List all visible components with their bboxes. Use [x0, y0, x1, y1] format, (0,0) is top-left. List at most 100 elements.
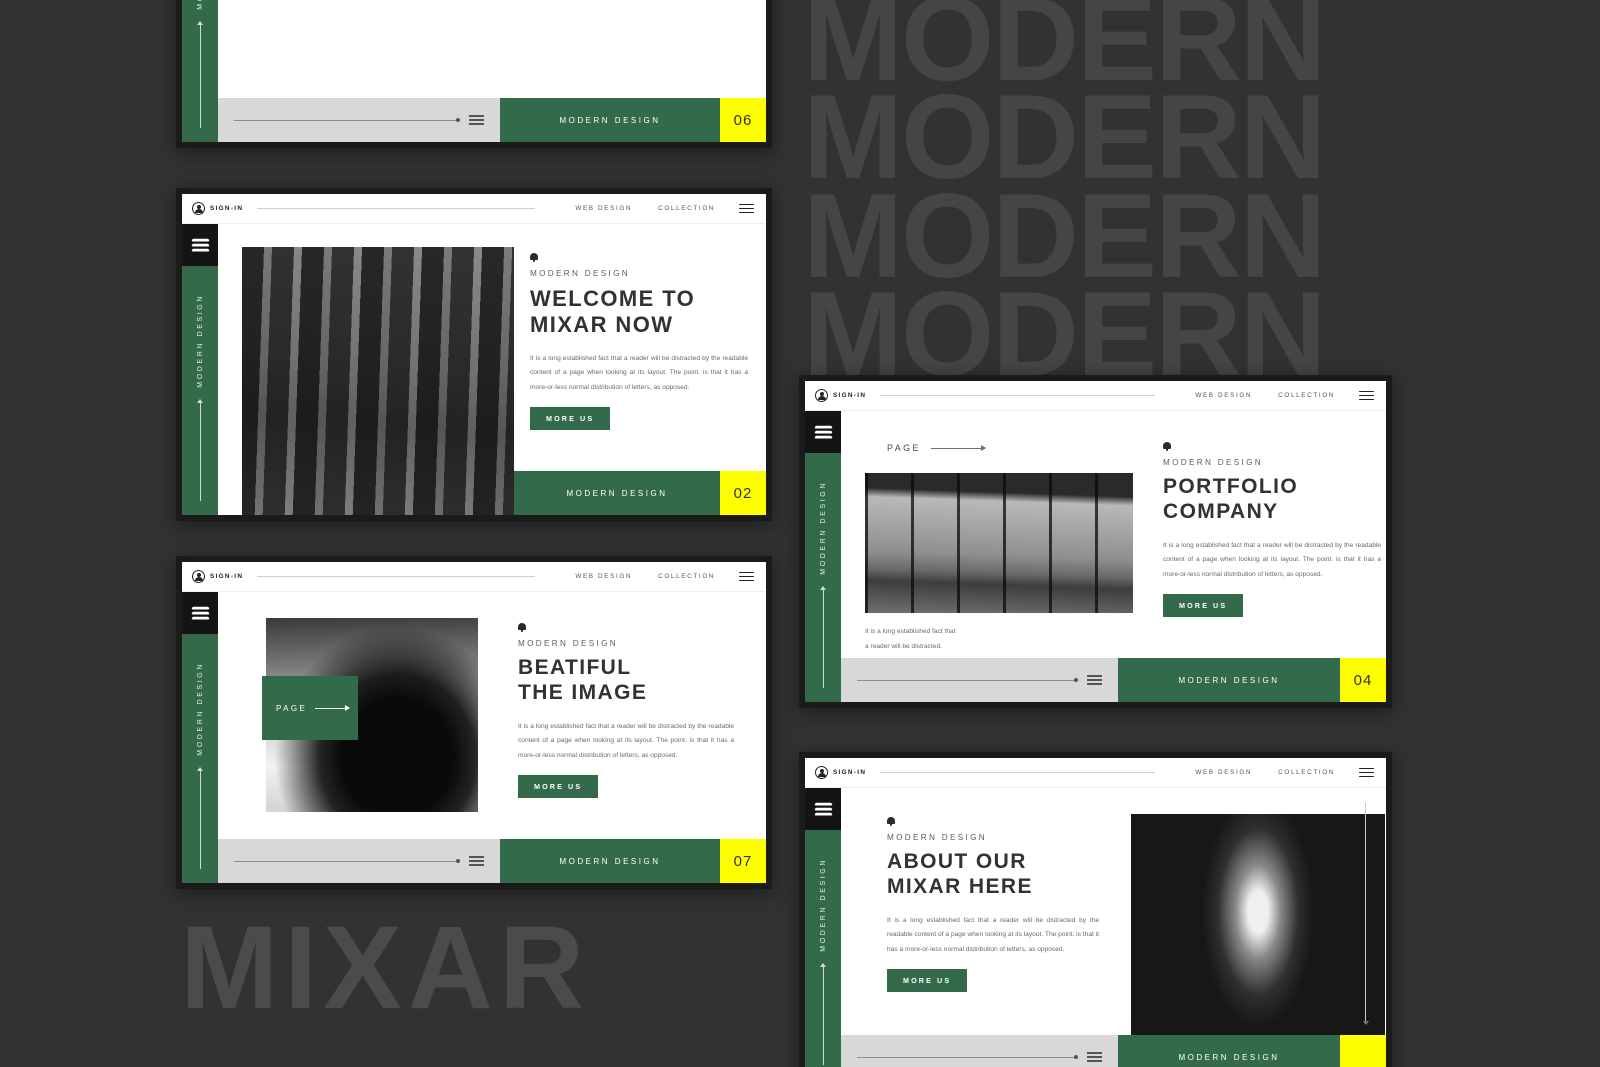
slide-04-footer-menu-icon[interactable]	[1087, 672, 1102, 687]
slide-07-nav-web-design[interactable]: WEB DESIGN	[575, 573, 632, 580]
slide-07-page-badge[interactable]: PAGE	[262, 676, 358, 740]
slide-02-page-number: 02	[720, 471, 766, 515]
slide-02-headline-line2: MIXAR NOW	[530, 311, 674, 337]
slide-about-scroll-indicator[interactable]	[1362, 802, 1369, 1025]
slide-about-rail-label: MODERN DESIGN	[819, 858, 827, 952]
user-avatar-icon	[815, 389, 828, 402]
slide-07[interactable]: SIGN-IN WEB DESIGN COLLECTION MODERN DES…	[176, 556, 772, 889]
slide-07-canvas: SIGN-IN WEB DESIGN COLLECTION MODERN DES…	[182, 562, 766, 883]
slide-04-footer-progress[interactable]	[841, 658, 1118, 702]
hamburger-icon[interactable]	[739, 201, 754, 216]
hamburger-icon[interactable]	[739, 569, 754, 584]
slide-about-rail-arrow-icon	[820, 962, 826, 1065]
slide-04-nav-web-design[interactable]: WEB DESIGN	[1195, 392, 1252, 399]
slide-about-eyebrow: MODERN DESIGN	[887, 833, 987, 842]
slide-04-page-label: PAGE	[887, 443, 921, 453]
slide-07-footer-progress[interactable]	[218, 839, 500, 883]
slide-about-nav-web-design[interactable]: WEB DESIGN	[1195, 769, 1252, 776]
slide-07-eyebrow: MODERN DESIGN	[518, 639, 618, 648]
layers-icon	[190, 238, 210, 253]
slide-04-left-rail: MODERN DESIGN	[805, 411, 841, 702]
slide-07-rail-logo[interactable]	[182, 592, 218, 634]
slide-02-rail-logo[interactable]	[182, 224, 218, 266]
slide-07-left-rail: MODERN DESIGN	[182, 592, 218, 883]
slide-about-footer-label: MODERN DESIGN	[1118, 1035, 1340, 1067]
layers-icon	[813, 425, 833, 440]
slide-02-left-rail: MODERN DESIGN	[182, 224, 218, 515]
slide-07-content: MODERN DESIGN BEATIFUL THE IMAGE It is a…	[518, 622, 746, 799]
slide-07-footer: MODERN DESIGN 07	[218, 839, 766, 883]
slide-02-body: It is a long established fact that a rea…	[530, 354, 748, 391]
slide-about-signin-label: SIGN-IN	[833, 769, 867, 776]
hamburger-icon[interactable]	[1359, 765, 1374, 780]
slide-02-canvas: SIGN-IN WEB DESIGN COLLECTION MODERN DES…	[182, 194, 766, 515]
slide-02-nav-collection[interactable]: COLLECTION	[658, 205, 715, 212]
slide-04-caption-line1: It is a long established fact that	[865, 628, 956, 635]
slide-04-progress-line	[857, 678, 1078, 682]
slide-02-more-button[interactable]: MORE US	[530, 407, 611, 431]
slide-07-rail-label: MODERN DESIGN	[196, 662, 204, 756]
slide-02[interactable]: SIGN-IN WEB DESIGN COLLECTION MODERN DES…	[176, 188, 772, 521]
slide-about-body: It is a long established fact that a rea…	[887, 916, 1099, 953]
slide-02-photo	[242, 247, 514, 515]
slide-06-page-number: 06	[720, 98, 766, 142]
slide-02-footer: MODERN DESIGN 02	[514, 471, 766, 515]
user-avatar-icon	[192, 570, 205, 583]
layers-icon	[190, 606, 210, 621]
bell-icon	[1163, 441, 1171, 451]
slide-07-rail-arrow-icon	[197, 766, 203, 869]
bell-icon	[887, 816, 895, 826]
slide-about-footer: MODERN DESIGN	[841, 1035, 1386, 1067]
slide-about-rail-logo[interactable]	[805, 788, 841, 830]
slide-07-more-button[interactable]: MORE US	[518, 775, 599, 799]
slide-about-content: MODERN DESIGN ABOUT OUR MIXAR HERE It is…	[887, 816, 1113, 993]
slide-about-nav-collection[interactable]: COLLECTION	[1278, 769, 1335, 776]
slide-04-nav-rule	[880, 395, 1156, 396]
slide-04-headline-line1: PORTFOLIO	[1163, 475, 1299, 498]
slide-07-signin-label: SIGN-IN	[210, 573, 244, 580]
slide-about-headline-line1: ABOUT OUR	[887, 850, 1027, 873]
slide-04-page-link[interactable]: PAGE	[887, 443, 986, 453]
slide-02-signin-label: SIGN-IN	[210, 205, 244, 212]
slide-about-more-button[interactable]: MORE US	[887, 969, 968, 993]
slide-06-rail-arrow-icon	[197, 20, 203, 128]
slide-about[interactable]: SIGN-IN WEB DESIGN COLLECTION MODERN DES…	[799, 752, 1392, 1067]
hamburger-icon[interactable]	[1359, 388, 1374, 403]
slide-04-rail-label: MODERN DESIGN	[819, 481, 827, 575]
bell-icon	[530, 252, 538, 262]
slide-02-eyebrow: MODERN DESIGN	[530, 269, 630, 278]
slide-07-page-badge-label: PAGE	[276, 703, 308, 713]
slide-about-footer-menu-icon[interactable]	[1087, 1049, 1102, 1064]
slide-04-headline-line2: COMPANY	[1163, 499, 1279, 523]
slide-07-nav-collection[interactable]: COLLECTION	[658, 573, 715, 580]
slide-04-topnav: SIGN-IN WEB DESIGN COLLECTION	[805, 381, 1386, 411]
slide-02-content: MODERN DESIGN WELCOME TO MIXAR NOW It is…	[530, 252, 748, 431]
slide-04-footer-label: MODERN DESIGN	[1118, 658, 1340, 702]
slide-04-rail-green: MODERN DESIGN	[805, 453, 841, 702]
slide-04-canvas: SIGN-IN WEB DESIGN COLLECTION MODERN DES…	[805, 381, 1386, 702]
arrow-right-icon	[930, 445, 986, 451]
slide-about-signin[interactable]: SIGN-IN	[815, 766, 866, 779]
slide-04-rail-arrow-icon	[820, 585, 826, 688]
slide-04-nav-collection[interactable]: COLLECTION	[1278, 392, 1335, 399]
slide-04[interactable]: SIGN-IN WEB DESIGN COLLECTION MODERN DES…	[799, 375, 1392, 708]
slide-07-headline-line2: THE IMAGE	[518, 680, 648, 704]
slide-02-signin[interactable]: SIGN-IN	[192, 202, 243, 215]
slide-02-nav-web-design[interactable]: WEB DESIGN	[575, 205, 632, 212]
slide-07-body: It is a long established fact that a rea…	[518, 722, 734, 759]
slide-04-more-button[interactable]: MORE US	[1163, 594, 1244, 618]
slide-about-footer-progress[interactable]	[841, 1035, 1118, 1067]
slide-06-left-rail: MODERN DESIGN	[182, 0, 218, 142]
slide-07-headline-line1: BEATIFUL	[518, 656, 632, 679]
slide-07-signin[interactable]: SIGN-IN	[192, 570, 243, 583]
slide-06-footer-menu-icon[interactable]	[469, 112, 484, 127]
slide-06-footer-progress[interactable]	[218, 98, 500, 142]
slide-04-signin[interactable]: SIGN-IN	[815, 389, 866, 402]
bell-icon	[518, 622, 526, 632]
slide-04-signin-label: SIGN-IN	[833, 392, 867, 399]
slide-04-rail-logo[interactable]	[805, 411, 841, 453]
slide-07-footer-menu-icon[interactable]	[469, 853, 484, 868]
slide-06[interactable]: MODERN DESIGN It is a long established f…	[176, 0, 772, 148]
arrow-right-icon	[315, 705, 351, 711]
slide-about-progress-line	[857, 1055, 1078, 1059]
